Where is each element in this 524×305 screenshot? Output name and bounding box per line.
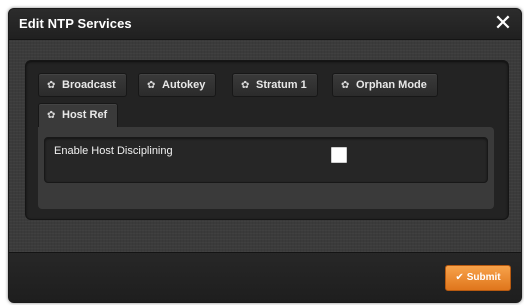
checkmark-icon: ✔ xyxy=(455,272,464,283)
dialog-body: ✿ Broadcast ✿ Autokey ✿ Stratum 1 ✿ Orphan M… xyxy=(9,40,521,252)
enable-host-disciplining-row: Enable Host Disciplining xyxy=(44,137,488,183)
enable-host-disciplining-checkbox[interactable] xyxy=(331,147,347,163)
tab-label: Broadcast xyxy=(62,79,116,91)
host-ref-panel: Enable Host Disciplining xyxy=(38,127,494,209)
tab-label: Autokey xyxy=(162,79,206,91)
submit-button[interactable]: ✔ Submit xyxy=(445,265,511,291)
tab-host-ref[interactable]: ✿ Host Ref xyxy=(38,103,119,129)
gear-icon: ✿ xyxy=(241,80,250,91)
tab-panel: ✿ Broadcast ✿ Autokey ✿ Stratum 1 ✿ Orphan M… xyxy=(25,60,509,220)
tab-label: Orphan Mode xyxy=(356,79,427,91)
tab-autokey[interactable]: ✿ Autokey xyxy=(138,73,217,97)
tab-broadcast[interactable]: ✿ Broadcast xyxy=(38,73,127,97)
enable-host-disciplining-label: Enable Host Disciplining xyxy=(54,145,173,157)
gear-icon: ✿ xyxy=(147,80,156,91)
gear-icon: ✿ xyxy=(341,80,350,91)
tab-label: Stratum 1 xyxy=(256,79,307,91)
gear-icon: ✿ xyxy=(47,80,56,91)
dialog-title: Edit NTP Services xyxy=(19,16,132,31)
close-icon[interactable]: ✕ xyxy=(491,10,515,36)
tab-stratum-1[interactable]: ✿ Stratum 1 xyxy=(232,73,318,97)
tab-label: Host Ref xyxy=(62,109,108,121)
edit-ntp-services-dialog: Edit NTP Services ✕ ✿ Broadcast ✿ Autokey … xyxy=(8,8,522,303)
dialog-titlebar: Edit NTP Services ✕ xyxy=(9,9,521,40)
dialog-footer: ✔ Submit xyxy=(9,252,521,302)
tab-orphan-mode[interactable]: ✿ Orphan Mode xyxy=(332,73,438,97)
submit-label: Submit xyxy=(466,272,501,283)
gear-icon: ✿ xyxy=(47,110,56,121)
